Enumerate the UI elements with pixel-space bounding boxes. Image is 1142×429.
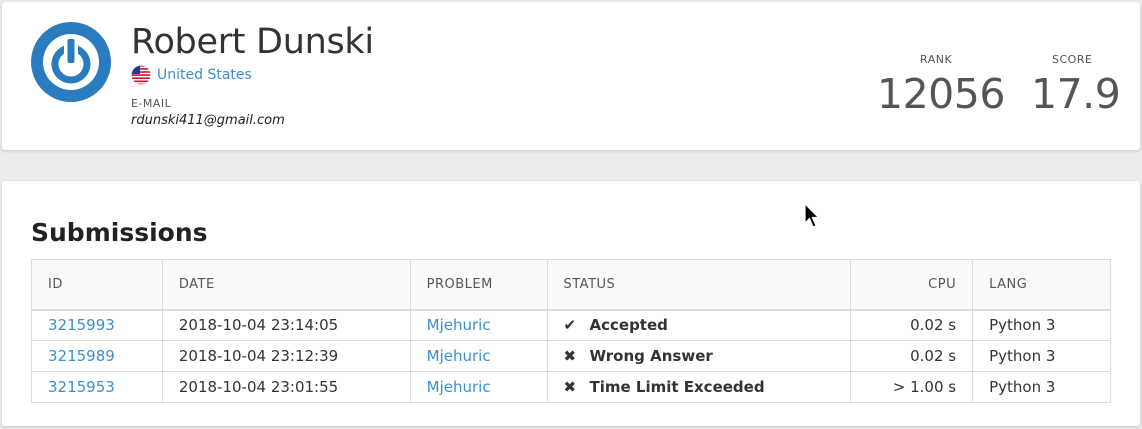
submission-cpu: 0.02 s bbox=[850, 309, 974, 341]
submission-id-link[interactable]: 3215989 bbox=[48, 347, 115, 365]
submission-date: 2018-10-04 23:12:39 bbox=[161, 340, 411, 372]
check-icon: ✔ bbox=[563, 316, 577, 335]
email-label: E-MAIL bbox=[131, 97, 172, 110]
submission-status: ✖ Wrong Answer bbox=[546, 340, 852, 372]
score-label: SCORE bbox=[1052, 53, 1093, 66]
table-header-row: ID DATE PROBLEM STATUS CPU LANG bbox=[31, 259, 1111, 310]
email-value: rdunski411@gmail.com bbox=[131, 113, 285, 128]
problem-link[interactable]: Mjehuric bbox=[427, 378, 491, 396]
status-text: Wrong Answer bbox=[589, 347, 713, 365]
submission-lang: Python 3 bbox=[972, 371, 1111, 403]
status-text: Time Limit Exceeded bbox=[589, 378, 765, 396]
table-row: 3215993 2018-10-04 23:14:05 Mjehuric ✔ Ac… bbox=[31, 309, 1111, 341]
profile-card: Robert Dunski United States E-MAIL rduns… bbox=[2, 2, 1140, 150]
submissions-title: Submissions bbox=[31, 218, 208, 247]
x-icon: ✖ bbox=[563, 378, 577, 396]
table-row: 3215989 2018-10-04 23:12:39 Mjehuric ✖ Wr… bbox=[31, 340, 1111, 372]
country: United States bbox=[131, 65, 252, 85]
submission-date: 2018-10-04 23:01:55 bbox=[161, 371, 411, 403]
column-header-status[interactable]: STATUS bbox=[546, 259, 852, 310]
submission-cpu: 0.02 s bbox=[850, 340, 974, 372]
submission-status: ✖ Time Limit Exceeded bbox=[546, 371, 852, 403]
x-icon: ✖ bbox=[563, 347, 577, 365]
submission-cpu: > 1.00 s bbox=[850, 371, 974, 403]
problem-link[interactable]: Mjehuric bbox=[427, 316, 491, 334]
us-flag-icon bbox=[131, 65, 151, 85]
column-header-id[interactable]: ID bbox=[31, 259, 163, 310]
power-logo-icon bbox=[34, 25, 108, 99]
column-header-date[interactable]: DATE bbox=[161, 259, 411, 310]
column-header-lang[interactable]: LANG bbox=[972, 259, 1111, 310]
submissions-card: Submissions ID DATE PROBLEM STATUS CPU L… bbox=[2, 181, 1140, 426]
score-value: 17.9 bbox=[1031, 70, 1121, 118]
submission-lang: Python 3 bbox=[972, 309, 1111, 341]
submission-status: ✔ Accepted bbox=[546, 309, 852, 341]
problem-link[interactable]: Mjehuric bbox=[427, 347, 491, 365]
avatar bbox=[31, 22, 111, 102]
status-text: Accepted bbox=[589, 316, 668, 335]
submissions-table: ID DATE PROBLEM STATUS CPU LANG 3215993 … bbox=[31, 259, 1111, 403]
mouse-cursor-icon bbox=[804, 202, 820, 234]
column-header-problem[interactable]: PROBLEM bbox=[409, 259, 548, 310]
submission-date: 2018-10-04 23:14:05 bbox=[161, 309, 411, 341]
country-link[interactable]: United States bbox=[157, 67, 252, 83]
user-name: Robert Dunski bbox=[131, 22, 374, 62]
column-header-cpu[interactable]: CPU bbox=[850, 259, 974, 310]
submission-lang: Python 3 bbox=[972, 340, 1111, 372]
submission-id-link[interactable]: 3215953 bbox=[48, 378, 115, 396]
submission-id-link[interactable]: 3215993 bbox=[48, 316, 115, 334]
table-row: 3215953 2018-10-04 23:01:55 Mjehuric ✖ Ti… bbox=[31, 371, 1111, 403]
rank-value: 12056 bbox=[877, 70, 1005, 118]
rank-label: RANK bbox=[920, 53, 953, 66]
